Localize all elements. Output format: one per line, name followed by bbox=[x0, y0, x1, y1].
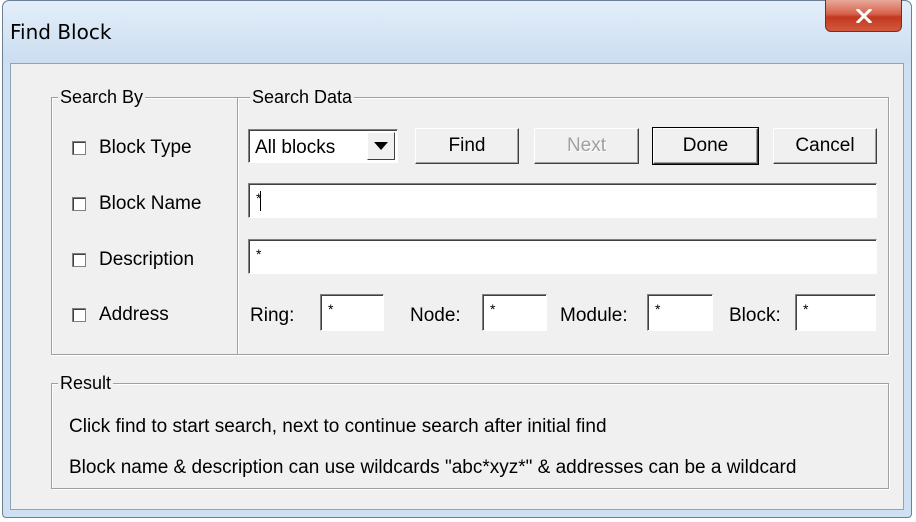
block-name-checkbox[interactable] bbox=[72, 197, 86, 211]
block-name-checkbox-label[interactable]: Block Name bbox=[99, 193, 201, 215]
cancel-button[interactable]: Cancel bbox=[773, 128, 877, 164]
node-field-value: * bbox=[490, 301, 496, 317]
find-block-dialog: Find Block Search By Block Type Block Na… bbox=[2, 0, 912, 518]
block-type-select[interactable]: All blocks bbox=[248, 129, 398, 163]
result-message-line-1: Click find to start search, next to cont… bbox=[69, 416, 607, 437]
block-name-field[interactable]: * bbox=[248, 183, 877, 218]
ring-field[interactable]: * bbox=[320, 294, 384, 331]
description-checkbox-row[interactable]: Description bbox=[72, 249, 194, 271]
find-button-label: Find bbox=[448, 135, 486, 156]
result-group: Result Click find to start search, next … bbox=[51, 372, 889, 489]
close-x-icon bbox=[855, 8, 872, 23]
block-field[interactable]: * bbox=[795, 294, 876, 331]
block-type-checkbox-row[interactable]: Block Type bbox=[72, 137, 192, 159]
next-button[interactable]: Next bbox=[534, 128, 639, 164]
cancel-button-label: Cancel bbox=[795, 135, 855, 156]
block-type-select-value: All blocks bbox=[255, 137, 336, 158]
address-checkbox-row[interactable]: Address bbox=[72, 304, 169, 326]
search-data-group: Search Data All blocks Find Next Done Ca… bbox=[237, 86, 889, 355]
ring-field-value: * bbox=[328, 301, 334, 317]
node-label: Node: bbox=[410, 305, 461, 326]
done-button[interactable]: Done bbox=[652, 127, 759, 165]
triangle-down-icon bbox=[374, 142, 388, 150]
description-field[interactable]: * bbox=[248, 239, 877, 274]
block-name-checkbox-row[interactable]: Block Name bbox=[72, 193, 201, 215]
window-title: Find Block bbox=[10, 20, 112, 44]
node-field[interactable]: * bbox=[482, 294, 547, 331]
ring-label: Ring: bbox=[250, 305, 295, 326]
close-button[interactable] bbox=[825, 0, 902, 32]
next-button-label: Next bbox=[566, 135, 607, 156]
address-checkbox-label[interactable]: Address bbox=[99, 304, 169, 326]
block-type-checkbox-label[interactable]: Block Type bbox=[99, 137, 192, 159]
result-message-line-2: Block name & description can use wildcar… bbox=[69, 457, 797, 478]
search-data-label: Search Data bbox=[250, 86, 355, 108]
module-label: Module: bbox=[560, 305, 628, 326]
done-button-label: Done bbox=[682, 135, 729, 156]
description-checkbox-label[interactable]: Description bbox=[99, 249, 194, 271]
description-checkbox[interactable] bbox=[72, 253, 86, 267]
text-caret bbox=[260, 191, 261, 211]
dialog-client-area: Search By Block Type Block Name Descript… bbox=[10, 63, 904, 510]
search-by-label: Search By bbox=[58, 86, 146, 108]
block-label: Block: bbox=[729, 305, 781, 326]
block-type-checkbox[interactable] bbox=[72, 141, 86, 155]
description-field-value: * bbox=[256, 246, 262, 262]
block-field-value: * bbox=[803, 301, 809, 317]
module-field[interactable]: * bbox=[647, 294, 713, 331]
address-checkbox[interactable] bbox=[72, 308, 86, 322]
block-type-dropdown-button[interactable] bbox=[367, 132, 395, 160]
title-bar[interactable]: Find Block bbox=[3, 0, 911, 63]
search-by-group: Search By Block Type Block Name Descript… bbox=[51, 86, 238, 355]
find-button[interactable]: Find bbox=[415, 128, 519, 164]
module-field-value: * bbox=[655, 301, 661, 317]
result-label: Result bbox=[58, 372, 114, 394]
